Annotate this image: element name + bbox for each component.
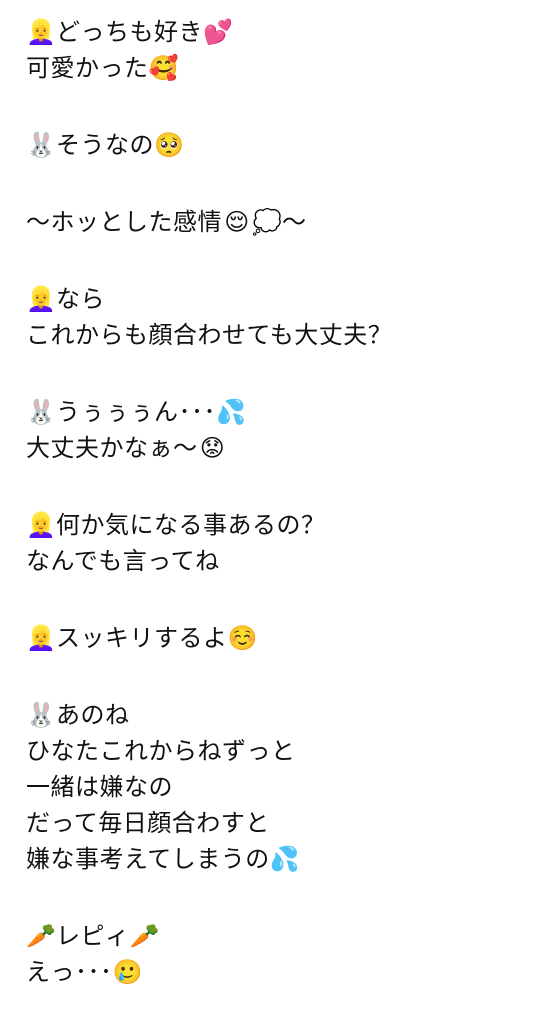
line-text: ひなたこれからねずっと xyxy=(26,737,296,765)
person-icon: 👱‍♀️ xyxy=(26,624,57,652)
line-text: スッキリするよ xyxy=(56,624,228,652)
text-line: だって毎日顔合わすと xyxy=(26,805,553,841)
line-text: うぅぅぅん･･･ xyxy=(56,398,216,426)
text-line: 〜ホッとした感情😌💭〜 xyxy=(26,204,553,240)
smiling-hearts-icon: 🥰 xyxy=(148,54,179,82)
message-text-body: 👱‍♀️どっちも好き💕 可愛かった🥰 🐰そうなの🥺 〜ホッとした感情😌💭〜 👱‍… xyxy=(0,0,553,1024)
line-text: 一緒は嫌なの xyxy=(26,773,173,801)
worried-face-icon: 😟 xyxy=(199,434,226,462)
face-holding-back-tears-icon: 🥲 xyxy=(112,958,143,986)
person-icon: 👱‍♀️ xyxy=(26,285,57,313)
relieved-face-icon: 😌 xyxy=(224,208,250,236)
text-line: これからも顔合わせても大丈夫？ xyxy=(26,317,553,353)
text-line: 🥕レピィ🥕 xyxy=(26,918,553,954)
text-line: 👱‍♀️どっちも好き💕 xyxy=(26,14,553,50)
line-text: そうなの xyxy=(56,131,154,159)
line-text: 〜ホッとした感情 xyxy=(26,208,222,236)
line-text: 可愛かった xyxy=(26,54,149,82)
line-text: 大丈夫かなぁ〜 xyxy=(26,434,198,462)
text-line: 🐰あのね xyxy=(26,697,553,733)
line-text: なんでも言ってね xyxy=(26,547,220,575)
text-line: 大丈夫かなぁ〜😟 xyxy=(26,430,553,466)
rabbit-icon: 🐰 xyxy=(26,701,57,729)
text-line: 👱‍♀️何か気になる事あるの？ xyxy=(26,507,553,543)
text-line: 可愛かった🥰 xyxy=(26,50,553,86)
line-text: だって毎日顔合わすと xyxy=(26,809,270,837)
smiling-face-icon: ☺️ xyxy=(227,624,258,652)
hearts-icon: 💕 xyxy=(203,18,234,46)
pleading-face-icon: 🥺 xyxy=(154,131,185,159)
carrot-icon: 🥕 xyxy=(26,922,57,950)
line-text: えっ･･･ xyxy=(26,958,113,986)
line-tail: 〜 xyxy=(282,208,307,236)
text-line: 🐰うぅぅぅん･･･💦 xyxy=(26,394,553,430)
person-icon: 👱‍♀️ xyxy=(26,18,57,46)
thought-balloon-icon: 💭 xyxy=(252,208,283,236)
text-line: 🐰そうなの🥺 xyxy=(26,127,553,163)
rabbit-icon: 🐰 xyxy=(26,398,57,426)
sweat-droplets-icon: 💦 xyxy=(216,398,247,426)
text-line: ひなたこれからねずっと xyxy=(26,733,553,769)
text-line: 👱‍♀️スッキリするよ☺️ xyxy=(26,620,553,656)
line-text: 何か気になる事あるの？ xyxy=(56,511,326,539)
rabbit-icon: 🐰 xyxy=(26,131,57,159)
text-line: えっ･･･🥲 xyxy=(26,954,553,990)
line-text: レピィ xyxy=(56,922,130,950)
text-line: 一緒は嫌なの xyxy=(26,769,553,805)
line-text: これからも顔合わせても大丈夫？ xyxy=(26,321,393,349)
text-line: 嫌な事考えてしまうの💦 xyxy=(26,841,553,877)
person-icon: 👱‍♀️ xyxy=(26,511,57,539)
carrot-icon: 🥕 xyxy=(129,922,160,950)
text-line: 👱‍♀️なら xyxy=(26,281,553,317)
line-text: どっちも好き xyxy=(56,18,203,46)
line-text: なら xyxy=(56,285,105,313)
text-line: なんでも言ってね xyxy=(26,543,553,579)
line-text: 嫌な事考えてしまうの xyxy=(26,845,270,873)
line-text: あのね xyxy=(56,701,130,729)
sweat-droplets-icon: 💦 xyxy=(269,845,301,873)
